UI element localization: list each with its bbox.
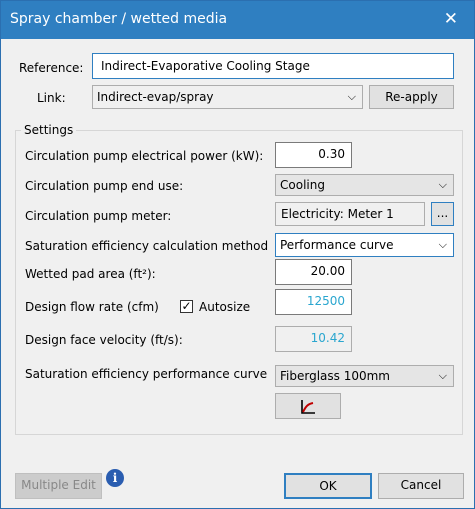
reference-label: Reference: <box>19 61 84 75</box>
reapply-button[interactable]: Re-apply <box>369 85 454 109</box>
reference-input[interactable]: Indirect-Evaporative Cooling Stage <box>92 53 454 79</box>
chevron-down-icon: ⌵ <box>438 369 447 382</box>
ok-button[interactable]: OK <box>284 473 372 499</box>
close-icon[interactable]: ✕ <box>444 9 458 29</box>
link-dropdown-value: Indirect-evap/spray <box>97 90 214 104</box>
face-velocity-label: Design face velocity (ft/s): <box>25 333 183 347</box>
pump-end-use-dropdown[interactable]: Cooling ⌵ <box>275 174 454 196</box>
autosize-label: Autosize <box>199 300 251 314</box>
flow-rate-input[interactable]: 12500 <box>275 289 352 315</box>
autosize-checkbox[interactable]: ✓ <box>180 300 193 313</box>
face-velocity-field: 10.42 <box>275 326 352 352</box>
edit-curve-button[interactable] <box>275 393 341 419</box>
pump-power-input[interactable]: 0.30 <box>275 142 352 168</box>
link-label: Link: <box>37 91 66 105</box>
multiple-edit-button[interactable]: Multiple Edit <box>15 473 102 499</box>
pad-area-input[interactable]: 20.00 <box>275 259 352 285</box>
title-bar: Spray chamber / wetted media ✕ <box>1 1 474 39</box>
perf-curve-dropdown[interactable]: Fiberglass 100mm ⌵ <box>275 365 454 387</box>
dialog-window: Spray chamber / wetted media ✕ Reference… <box>0 0 475 509</box>
perf-curve-label: Saturation efficiency performance curve <box>25 367 268 381</box>
meter-browse-button[interactable]: ... <box>431 202 454 226</box>
curve-chart-icon <box>299 400 317 419</box>
pump-power-label: Circulation pump electrical power (kW): <box>25 149 264 163</box>
pump-meter-field: Electricity: Meter 1 <box>275 202 425 226</box>
sat-method-value: Performance curve <box>280 238 394 252</box>
perf-curve-value: Fiberglass 100mm <box>280 369 390 383</box>
cancel-button[interactable]: Cancel <box>378 473 464 499</box>
pump-end-use-label: Circulation pump end use: <box>25 179 184 193</box>
chevron-down-icon: ⌵ <box>438 238 447 251</box>
settings-group-title: Settings <box>21 123 77 137</box>
link-dropdown[interactable]: Indirect-evap/spray ⌵ <box>92 85 363 109</box>
sat-method-dropdown[interactable]: Performance curve ⌵ <box>275 233 454 257</box>
dialog-title: Spray chamber / wetted media <box>10 11 228 27</box>
pump-meter-label: Circulation pump meter: <box>25 209 172 223</box>
flow-rate-label: Design flow rate (cfm) <box>25 300 159 314</box>
pump-end-use-value: Cooling <box>280 178 325 192</box>
info-icon[interactable]: i <box>106 469 124 487</box>
chevron-down-icon: ⌵ <box>347 90 356 103</box>
pad-area-label: Wetted pad area (ft²): <box>25 267 156 281</box>
chevron-down-icon: ⌵ <box>438 178 447 191</box>
sat-method-label: Saturation efficiency calculation method <box>25 239 269 253</box>
